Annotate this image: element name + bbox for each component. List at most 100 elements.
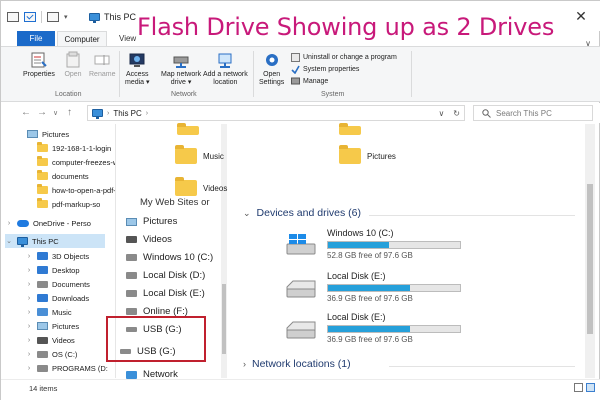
zoom-item-label: Local Disk (E:) — [143, 288, 205, 299]
uninstall-program-button[interactable]: Uninstall or change a program — [291, 53, 397, 62]
map-network-drive-button[interactable]: Map network drive ▾ — [161, 51, 201, 87]
properties-button[interactable]: Properties — [23, 51, 55, 79]
folder-icon — [339, 123, 361, 135]
nav-scrollbar-thumb[interactable] — [222, 284, 226, 354]
open-button[interactable]: Open — [64, 51, 82, 79]
drive-item[interactable]: Local Disk (E:) 36.9 GB free of 97.6 GB — [285, 271, 515, 309]
nav-item-downloads[interactable]: › Downloads — [25, 291, 89, 305]
music-icon — [37, 308, 48, 316]
rename-label: Rename — [89, 71, 116, 78]
system-properties-button[interactable]: System properties — [291, 65, 359, 74]
up-button[interactable]: ↑ — [67, 107, 72, 118]
folder-icon — [37, 156, 48, 166]
nav-item-pictures-pinned[interactable]: Pictures — [27, 127, 69, 141]
nav-item-videos[interactable]: › Videos — [25, 333, 75, 347]
zoom-item-local-disk-e[interactable]: Local Disk (E:) — [126, 288, 205, 299]
chevron-right-icon[interactable]: › — [25, 365, 33, 372]
ribbon-divider — [119, 51, 120, 97]
tab-view[interactable]: View — [111, 31, 144, 46]
access-media-button[interactable]: Access media ▾ — [125, 51, 150, 87]
this-pc-icon — [89, 13, 100, 23]
location-group-label: Location — [55, 91, 82, 98]
rename-button[interactable]: Rename — [89, 51, 115, 79]
customize-toolbar-icon[interactable]: ▾ — [64, 13, 68, 21]
nav-item-music[interactable]: › Music — [25, 305, 72, 319]
chevron-right-icon[interactable]: › — [25, 351, 33, 358]
chevron-right-icon[interactable]: › — [25, 281, 33, 288]
nav-item-quick-access[interactable]: how-to-open-a-pdf-in-we — [37, 183, 115, 197]
manage-icon — [291, 77, 300, 85]
chevron-down-icon[interactable]: ⌄ — [5, 237, 13, 245]
zoom-item-pictures[interactable]: Pictures — [126, 216, 177, 227]
documents-icon — [37, 280, 48, 288]
close-button[interactable]: ✕ — [561, 1, 600, 31]
drive-icon — [126, 254, 137, 261]
devices-and-drives-header[interactable]: ⌄ Devices and drives (6) — [243, 207, 361, 219]
nav-item-documents[interactable]: › Documents — [25, 277, 90, 291]
truncated-item: My Web Sites or — [140, 197, 210, 207]
folder-icon — [37, 184, 48, 194]
network-locations-header[interactable]: › Network locations (1) — [243, 358, 351, 370]
folder-videos[interactable]: Videos — [175, 177, 227, 196]
section-title: Devices and drives (6) — [256, 207, 362, 219]
drive-item[interactable]: Local Disk (E:) 36.9 GB free of 97.6 GB — [285, 312, 515, 350]
nav-item-label: Documents — [52, 279, 90, 289]
nav-item-pictures[interactable]: › Pictures — [25, 319, 79, 333]
nav-item-desktop[interactable]: › Desktop — [25, 263, 80, 277]
zoom-item-videos[interactable]: Videos — [126, 234, 172, 245]
nav-item-quick-access[interactable]: 192-168-1-1-login — [37, 141, 111, 155]
tab-file[interactable]: File — [17, 31, 55, 46]
chevron-right-icon[interactable]: › — [25, 267, 33, 274]
details-view-icon[interactable] — [574, 383, 583, 392]
nav-item-this-pc[interactable]: ⌄ This PC — [5, 234, 105, 248]
navigation-pane: Pictures 192-168-1-1-login computer-free… — [1, 124, 115, 378]
chevron-right-icon[interactable]: › — [25, 337, 33, 344]
folder-pictures[interactable]: Pictures — [339, 145, 396, 164]
content-scrollbar[interactable] — [585, 124, 595, 378]
nav-item-programs-drive[interactable]: › PROGRAMS (D: — [25, 361, 108, 375]
toolbar-divider — [41, 11, 42, 23]
open-settings-button[interactable]: Open Settings — [259, 51, 284, 87]
zoom-item-windows-drive[interactable]: Windows 10 (C:) — [126, 252, 213, 263]
chevron-right-icon[interactable]: › — [25, 253, 33, 260]
network-group-label: Network — [171, 91, 197, 98]
folder-partial[interactable] — [177, 123, 199, 135]
chevron-right-icon[interactable]: › — [25, 309, 33, 316]
drive-item[interactable]: Windows 10 (C:) 52.8 GB free of 97.6 GB — [285, 228, 515, 266]
back-button[interactable]: ← — [21, 107, 31, 118]
new-folder-mini-icon[interactable] — [47, 12, 59, 22]
forward-button[interactable]: → — [37, 107, 47, 118]
zoom-item-local-disk-d[interactable]: Local Disk (D:) — [126, 270, 205, 281]
ribbon-divider — [253, 51, 254, 97]
recent-locations-button[interactable]: ∨ — [53, 109, 58, 117]
search-input[interactable]: Search This PC — [473, 105, 593, 121]
chevron-right-icon[interactable]: › — [25, 295, 33, 302]
tiles-view-icon[interactable] — [586, 383, 595, 392]
nav-item-quick-access[interactable]: pdf-markup-so — [37, 197, 100, 211]
check-mini-icon[interactable] — [24, 12, 36, 22]
nav-item-quick-access[interactable]: documents — [37, 169, 89, 183]
address-dropdown-icon[interactable]: ∨ — [439, 109, 445, 118]
nav-item-os-drive[interactable]: › OS (C:) — [25, 347, 78, 361]
add-location-label-1: Add a network — [203, 71, 248, 78]
nav-item-3d-objects[interactable]: › 3D Objects — [25, 249, 89, 263]
hard-drive-icon — [286, 321, 316, 339]
drive-icon — [126, 290, 137, 297]
refresh-icon[interactable]: ↻ — [453, 109, 460, 118]
breadcrumb[interactable]: This PC — [113, 109, 141, 118]
nav-item-quick-access[interactable]: computer-freezes-when-c — [37, 155, 115, 169]
folder-music[interactable]: Music — [175, 145, 224, 164]
address-bar[interactable]: › This PC › ∨ ↻ — [87, 105, 465, 121]
nav-item-onedrive[interactable]: › OneDrive - Perso — [5, 216, 91, 230]
manage-button[interactable]: Manage — [291, 77, 328, 86]
chevron-right-icon[interactable]: › — [25, 323, 33, 330]
access-media-label-1: Access — [125, 71, 149, 78]
pictures-icon — [37, 322, 48, 330]
folder-partial[interactable] — [339, 123, 361, 135]
chevron-right-icon[interactable]: › — [5, 220, 13, 227]
properties-mini-icon[interactable] — [7, 12, 19, 22]
tab-computer[interactable]: Computer — [57, 31, 107, 46]
content-scrollbar-thumb[interactable] — [587, 184, 593, 334]
hard-drive-icon — [286, 280, 316, 298]
add-network-location-button[interactable]: Add a network location — [203, 51, 248, 87]
